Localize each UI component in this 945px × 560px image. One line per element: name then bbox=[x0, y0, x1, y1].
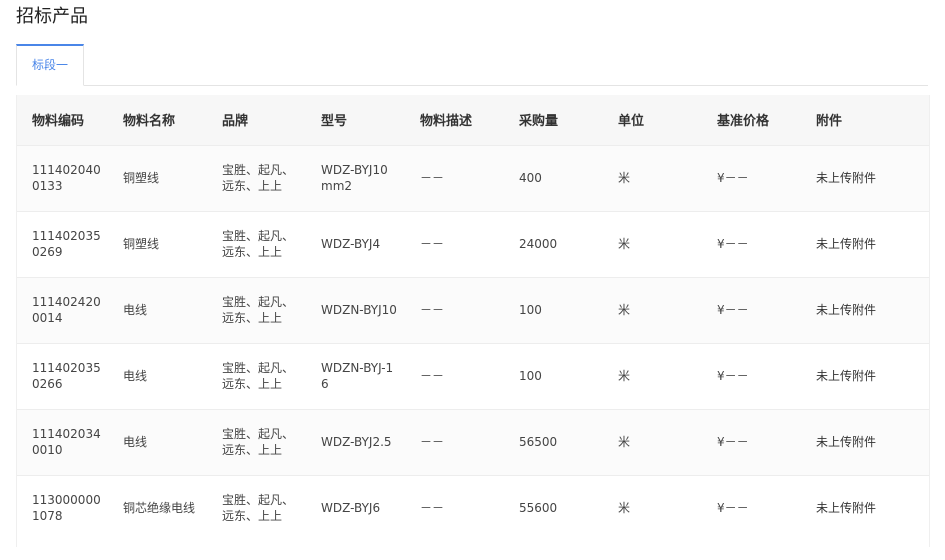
header-description: 物料描述 bbox=[420, 114, 473, 130]
cell-unit: 米 bbox=[618, 171, 631, 185]
cell-description: －－ bbox=[420, 501, 445, 516]
cell-description: －－ bbox=[420, 369, 445, 383]
cell-model: WDZN-BYJ-16 bbox=[321, 361, 394, 391]
cell-description: －－ bbox=[420, 303, 445, 317]
cell-model: WDZ-BYJ4 bbox=[321, 237, 381, 251]
header-model: 型号 bbox=[321, 114, 348, 130]
cell-attachment: 未上传附件 bbox=[816, 303, 877, 317]
cell-model: WDZ-BYJ2.5 bbox=[321, 435, 392, 449]
cell-unit: 米 bbox=[618, 303, 631, 317]
page-title: 招标产品 bbox=[16, 6, 88, 27]
cell-quantity: 24000 bbox=[519, 237, 558, 251]
cell-brand: 宝胜、起凡、远东、上上 bbox=[222, 295, 295, 325]
cell-quantity: 400 bbox=[519, 171, 542, 185]
cell-material-code: 1114020350266 bbox=[32, 361, 101, 391]
cell-description: －－ bbox=[420, 171, 445, 185]
cell-model: WDZ-BYJ10mm2 bbox=[321, 163, 388, 193]
cell-material-name: 电线 bbox=[123, 435, 148, 449]
cell-material-code: 1114024200014 bbox=[32, 295, 101, 325]
cell-quantity: 56500 bbox=[519, 435, 558, 449]
cell-unit: 米 bbox=[618, 369, 631, 383]
cell-brand: 宝胜、起凡、远东、上上 bbox=[222, 163, 295, 193]
cell-material-name: 电线 bbox=[123, 369, 148, 383]
cell-base-price: ¥－－ bbox=[717, 501, 749, 516]
cell-material-name: 电线 bbox=[123, 303, 148, 317]
products-table-container: 物料编码 物料名称 品牌 型号 物料描述 采购量 单位 基准价格 附件 1114… bbox=[16, 95, 930, 547]
table-row: 1114020350269 铜塑线 宝胜、起凡、远东、上上 WDZ-BYJ4 －… bbox=[17, 211, 929, 277]
cell-quantity: 100 bbox=[519, 303, 542, 317]
tabs-bar: 标段一 bbox=[16, 44, 928, 86]
cell-model: WDZ-BYJ6 bbox=[321, 501, 381, 516]
header-base-price: 基准价格 bbox=[717, 114, 770, 130]
table-row: 1114020340010 电线 宝胜、起凡、远东、上上 WDZ-BYJ2.5 … bbox=[17, 409, 929, 475]
cell-material-code: 1114020400133 bbox=[32, 163, 101, 193]
cell-base-price: ¥－－ bbox=[717, 303, 749, 317]
cell-material-code: 1114020350269 bbox=[32, 229, 101, 259]
cell-material-name: 铜芯绝缘电线 bbox=[123, 501, 196, 516]
cell-description: －－ bbox=[420, 435, 445, 449]
products-table: 物料编码 物料名称 品牌 型号 物料描述 采购量 单位 基准价格 附件 1114… bbox=[17, 95, 929, 541]
cell-base-price: ¥－－ bbox=[717, 237, 749, 251]
cell-brand: 宝胜、起凡、远东、上上 bbox=[222, 229, 295, 259]
cell-attachment: 未上传附件 bbox=[816, 501, 877, 516]
header-attachment: 附件 bbox=[816, 114, 843, 130]
cell-brand: 宝胜、起凡、远东、上上 bbox=[222, 361, 295, 391]
header-material-code: 物料编码 bbox=[32, 114, 85, 130]
cell-unit: 米 bbox=[618, 435, 631, 449]
cell-base-price: ¥－－ bbox=[717, 369, 749, 383]
cell-attachment: 未上传附件 bbox=[816, 171, 877, 185]
cell-material-code: 1114020340010 bbox=[32, 427, 101, 457]
cell-unit: 米 bbox=[618, 237, 631, 251]
table-row: 1114020350266 电线 宝胜、起凡、远东、上上 WDZN-BYJ-16… bbox=[17, 343, 929, 409]
table-header-row: 物料编码 物料名称 品牌 型号 物料描述 采购量 单位 基准价格 附件 bbox=[17, 95, 929, 145]
header-unit: 单位 bbox=[618, 114, 645, 130]
tab-section-1[interactable]: 标段一 bbox=[16, 44, 84, 86]
cell-quantity: 55600 bbox=[519, 501, 558, 516]
cell-base-price: ¥－－ bbox=[717, 435, 749, 449]
cell-brand: 宝胜、起凡、远东、上上 bbox=[222, 493, 295, 524]
table-row: 1130000001078 铜芯绝缘电线 宝胜、起凡、远东、上上 WDZ-BYJ… bbox=[17, 475, 929, 541]
cell-material-name: 铜塑线 bbox=[123, 237, 160, 251]
cell-quantity: 100 bbox=[519, 369, 542, 383]
cell-attachment: 未上传附件 bbox=[816, 237, 877, 251]
cell-description: －－ bbox=[420, 237, 445, 251]
cell-model: WDZN-BYJ10 bbox=[321, 303, 397, 317]
cell-brand: 宝胜、起凡、远东、上上 bbox=[222, 427, 295, 457]
cell-material-code: 1130000001078 bbox=[32, 493, 101, 524]
cell-attachment: 未上传附件 bbox=[816, 435, 877, 449]
header-brand: 品牌 bbox=[222, 114, 249, 130]
header-quantity: 采购量 bbox=[519, 114, 559, 130]
header-material-name: 物料名称 bbox=[123, 114, 176, 130]
table-row: 1114024200014 电线 宝胜、起凡、远东、上上 WDZN-BYJ10 … bbox=[17, 277, 929, 343]
cell-unit: 米 bbox=[618, 501, 631, 516]
cell-material-name: 铜塑线 bbox=[123, 171, 160, 185]
cell-base-price: ¥－－ bbox=[717, 171, 749, 185]
cell-attachment: 未上传附件 bbox=[816, 369, 877, 383]
table-row: 1114020400133 铜塑线 宝胜、起凡、远东、上上 WDZ-BYJ10m… bbox=[17, 145, 929, 211]
